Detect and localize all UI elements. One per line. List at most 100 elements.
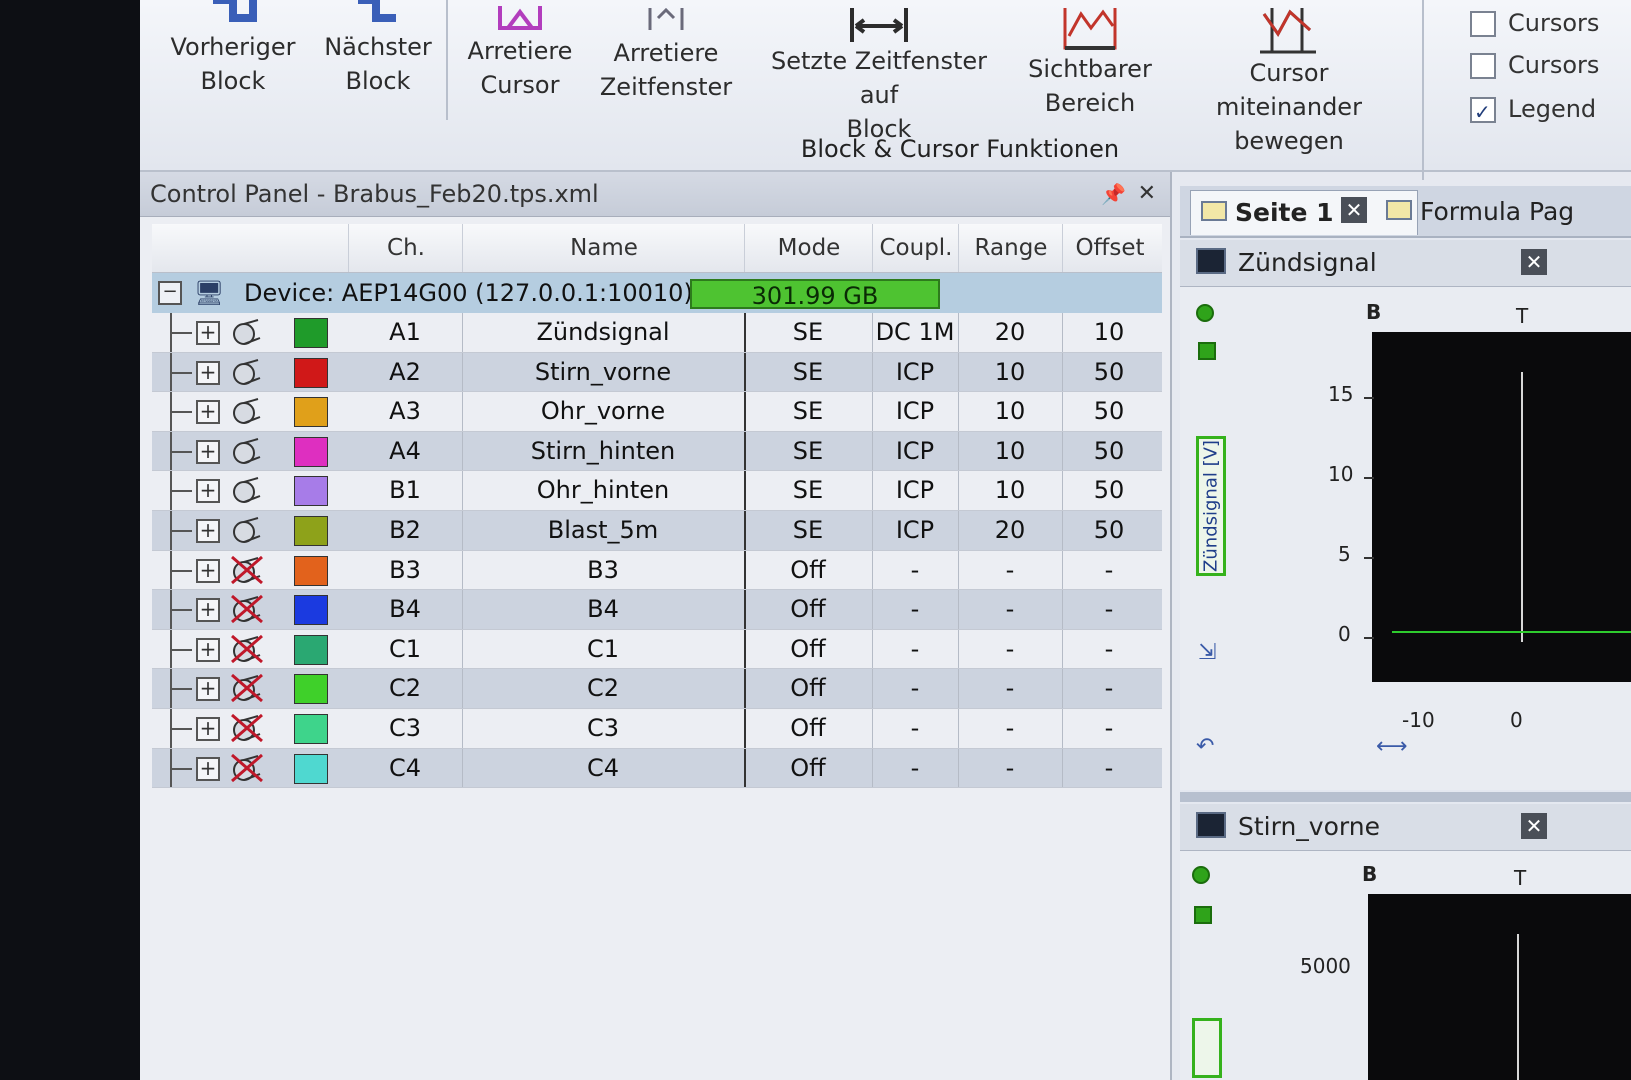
cell-name[interactable]: B3 (462, 551, 744, 590)
cell-offset[interactable]: - (1062, 709, 1156, 748)
expand-icon[interactable]: + (196, 756, 220, 781)
expand-icon[interactable]: + (196, 598, 220, 623)
cell-mode[interactable]: Off (744, 669, 872, 708)
panel-splitter[interactable] (1180, 792, 1631, 802)
cell-name[interactable]: C2 (462, 669, 744, 708)
cell-ch[interactable]: B4 (348, 590, 462, 629)
cell-name[interactable]: Stirn_vorne (462, 353, 744, 392)
cell-ch[interactable]: A2 (348, 353, 462, 392)
cell-offset[interactable]: 50 (1062, 471, 1156, 510)
channel-color-swatch[interactable] (294, 397, 328, 428)
sensor-icon[interactable] (230, 436, 264, 466)
cell-range[interactable]: 10 (958, 353, 1062, 392)
expand-icon[interactable]: + (196, 677, 220, 702)
cell-offset[interactable]: 50 (1062, 392, 1156, 431)
plot-area[interactable] (1368, 894, 1631, 1080)
cell-name[interactable]: B4 (462, 590, 744, 629)
legend-checkbox[interactable]: Legend (1470, 92, 1596, 129)
close-chart-icon[interactable]: ✕ (1521, 813, 1547, 839)
cell-coupl[interactable]: ICP (872, 511, 958, 550)
y-axis-label-box[interactable] (1192, 1018, 1222, 1078)
cell-coupl[interactable]: DC 1M (872, 313, 958, 352)
sensor-icon[interactable] (230, 317, 264, 347)
cell-range[interactable]: 10 (958, 471, 1062, 510)
cell-ch[interactable]: A4 (348, 432, 462, 471)
channel-color-swatch[interactable] (294, 674, 328, 705)
column-header-range[interactable]: Range (958, 224, 1063, 272)
channel-row[interactable]: + C1 C1 Off - - - (152, 629, 1162, 670)
cell-range[interactable]: - (958, 590, 1062, 629)
cell-coupl[interactable]: - (872, 749, 958, 788)
sensor-disabled-icon[interactable] (230, 673, 264, 703)
y-axis-label-box[interactable]: Zündsignal [V] (1196, 436, 1226, 576)
cell-ch[interactable]: C3 (348, 709, 462, 748)
channel-color-swatch[interactable] (294, 595, 328, 626)
channel-color-swatch[interactable] (294, 476, 328, 507)
cell-range[interactable]: 10 (958, 432, 1062, 471)
cell-range[interactable]: - (958, 669, 1062, 708)
column-header-coupl[interactable]: Coupl. (872, 224, 959, 272)
sensor-disabled-icon[interactable] (230, 634, 264, 664)
zoom-range-icon[interactable]: ⟷ (1376, 734, 1408, 759)
set-timewindow-to-block-button[interactable]: Setzte Zeitfenster auf Block (756, 8, 1002, 146)
cell-mode[interactable]: Off (744, 551, 872, 590)
cell-offset[interactable]: - (1062, 551, 1156, 590)
lock-cursor-button[interactable]: Arretiere Cursor (460, 6, 580, 102)
expand-icon[interactable]: + (196, 360, 220, 385)
sensor-icon[interactable] (230, 475, 264, 505)
cursors-checkbox-1[interactable]: Cursors (1470, 6, 1599, 40)
cell-name[interactable]: Ohr_hinten (462, 471, 744, 510)
channel-square-icon[interactable] (1198, 342, 1216, 360)
cell-ch[interactable]: C2 (348, 669, 462, 708)
sensor-icon[interactable] (230, 357, 264, 387)
channel-color-swatch[interactable] (294, 357, 328, 388)
sensor-disabled-icon[interactable] (230, 753, 264, 783)
expand-icon[interactable]: + (196, 439, 220, 464)
channel-square-icon[interactable] (1194, 906, 1212, 924)
cell-offset[interactable]: - (1062, 590, 1156, 629)
cell-mode[interactable]: SE (744, 432, 872, 471)
channel-row[interactable]: + B2 Blast_5m SE ICP 20 50 (152, 510, 1162, 551)
checkbox-icon[interactable] (1470, 11, 1496, 37)
expand-icon[interactable]: + (196, 637, 220, 662)
cell-coupl[interactable]: - (872, 630, 958, 669)
channel-color-swatch[interactable] (294, 713, 328, 744)
collapse-icon[interactable]: − (158, 281, 182, 305)
cell-range[interactable]: 20 (958, 313, 1062, 352)
channel-color-swatch[interactable] (294, 318, 328, 348)
column-header-mode[interactable]: Mode (744, 224, 873, 272)
cell-coupl[interactable]: ICP (872, 353, 958, 392)
cell-offset[interactable]: 50 (1062, 432, 1156, 471)
close-icon[interactable]: ✕ (1138, 172, 1156, 216)
column-header-offset[interactable]: Offset (1062, 224, 1157, 272)
expand-icon[interactable]: + (196, 400, 220, 425)
column-header-name[interactable]: Name (462, 224, 745, 272)
cell-mode[interactable]: SE (744, 511, 872, 550)
channel-row[interactable]: + C4 C4 Off - - - (152, 748, 1162, 789)
sensor-icon[interactable] (230, 515, 264, 545)
channel-color-swatch[interactable] (294, 753, 328, 784)
cell-ch[interactable]: A1 (348, 313, 462, 352)
cell-coupl[interactable]: ICP (872, 432, 958, 471)
visible-range-button[interactable]: Sichtbarer Bereich (1028, 8, 1152, 120)
cell-offset[interactable]: 50 (1062, 353, 1156, 392)
next-block-button[interactable]: Nächster Block (318, 0, 438, 98)
cell-offset[interactable]: - (1062, 669, 1156, 708)
expand-icon[interactable]: + (196, 716, 220, 741)
previous-block-button[interactable]: Vorheriger Block (168, 0, 298, 98)
cell-name[interactable]: Stirn_hinten (462, 432, 744, 471)
cell-mode[interactable]: SE (744, 313, 872, 352)
cell-ch[interactable]: B2 (348, 511, 462, 550)
channel-row[interactable]: + C2 C2 Off - - - (152, 669, 1162, 709)
expand-icon[interactable]: + (196, 479, 220, 504)
trigger-dot-icon[interactable] (1196, 304, 1214, 322)
checkbox-checked-icon[interactable] (1470, 95, 1496, 129)
cell-offset[interactable]: - (1062, 749, 1156, 788)
cell-mode[interactable]: Off (744, 749, 872, 788)
undo-icon[interactable]: ↶ (1196, 734, 1214, 759)
cell-ch[interactable]: C4 (348, 749, 462, 788)
cell-name[interactable]: C1 (462, 630, 744, 669)
device-row[interactable]: − 🖥 Device: AEP14G00 (127.0.0.1:10010) 3… (152, 273, 1162, 313)
cell-range[interactable]: 20 (958, 511, 1062, 550)
sensor-icon[interactable] (230, 396, 264, 426)
